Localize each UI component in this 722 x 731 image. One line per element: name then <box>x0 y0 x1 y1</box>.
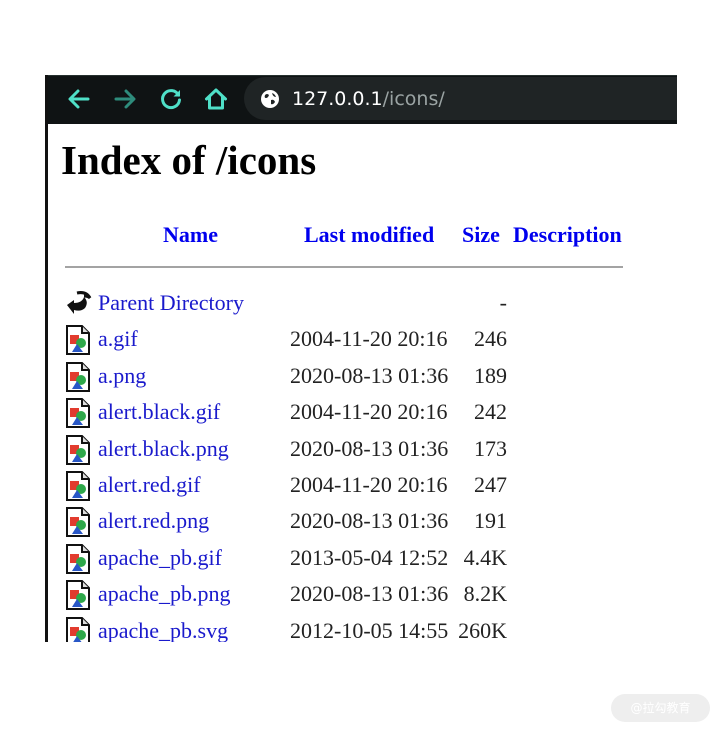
table-row: alert.black.png 2020-08-13 01:36 173 <box>48 433 677 469</box>
file-size: 242 <box>474 399 507 425</box>
file-link[interactable]: alert.black.gif <box>98 399 220 425</box>
file-size: 191 <box>474 508 507 534</box>
image-file-icon <box>66 361 90 392</box>
arrow-left-icon[interactable] <box>64 84 94 114</box>
column-header-last-modified[interactable]: Last modified <box>304 222 434 248</box>
file-link[interactable]: apache_pb.svg <box>98 618 228 642</box>
reload-icon[interactable] <box>156 84 186 114</box>
table-row: apache_pb.svg 2012-10-05 14:55 260K <box>48 615 677 642</box>
parent-directory-icon <box>64 289 92 317</box>
file-size: 247 <box>474 472 507 497</box>
image-file-icon <box>66 434 90 465</box>
watermark: @拉勾教育 <box>611 694 710 722</box>
image-file-icon <box>66 325 90 356</box>
column-header-name[interactable]: Name <box>163 222 218 248</box>
last-modified: 2004-11-20 20:16 <box>290 399 448 425</box>
last-modified: 2004-11-20 20:16 <box>290 326 448 352</box>
table-row: a.gif 2004-11-20 20:16 246 <box>48 323 677 359</box>
last-modified: 2004-11-20 20:16 <box>290 472 448 497</box>
page-content: Index of /icons Name Last modified Size … <box>48 124 677 642</box>
file-size: 173 <box>474 435 507 461</box>
url-path: /icons/ <box>382 87 445 110</box>
last-modified: 2013-05-04 12:52 <box>290 544 449 570</box>
image-file-icon <box>66 507 90 538</box>
last-modified: 2020-08-13 01:36 <box>290 435 449 461</box>
last-modified: 2012-10-05 14:55 <box>290 617 449 642</box>
file-size: 4.4K <box>463 544 507 570</box>
last-modified: 2020-08-13 01:36 <box>290 362 449 388</box>
image-file-icon <box>66 543 90 574</box>
last-modified: 2020-08-13 01:36 <box>290 508 449 534</box>
image-file-icon <box>66 616 90 642</box>
globe-icon <box>261 89 279 108</box>
home-icon[interactable] <box>201 84 231 114</box>
column-header-size[interactable]: Size <box>462 222 500 248</box>
table-row: alert.red.png 2020-08-13 01:36 191 <box>48 505 677 541</box>
file-link[interactable]: alert.red.png <box>98 508 209 534</box>
file-link[interactable]: Parent Directory <box>98 290 244 316</box>
page-title: Index of /icons <box>61 137 317 183</box>
file-link[interactable]: a.gif <box>98 326 138 352</box>
browser-toolbar: 127.0.0.1/icons/ <box>48 75 677 124</box>
file-link[interactable]: apache_pb.gif <box>98 545 222 571</box>
image-file-icon <box>66 471 90 501</box>
file-link[interactable]: alert.black.png <box>98 436 229 462</box>
browser-window: 127.0.0.1/icons/ Index of /icons Name La… <box>45 75 677 642</box>
file-size: 260K <box>458 617 507 642</box>
last-modified: 2020-08-13 01:36 <box>290 581 449 607</box>
file-size: 246 <box>474 326 507 352</box>
table-row: alert.red.gif 2004-11-20 20:16 247 <box>48 469 677 505</box>
table-row: apache_pb.png 2020-08-13 01:36 8.2K <box>48 578 677 614</box>
file-link[interactable]: alert.red.gif <box>98 472 201 498</box>
image-file-icon <box>66 398 90 429</box>
file-link[interactable]: a.png <box>98 363 146 389</box>
header-divider <box>65 266 623 268</box>
table-row: Parent Directory - <box>48 287 677 323</box>
file-size: 8.2K <box>463 581 507 607</box>
table-row: alert.black.gif 2004-11-20 20:16 242 <box>48 396 677 432</box>
table-row: apache_pb.gif 2013-05-04 12:52 4.4K <box>48 542 677 578</box>
file-size: - <box>499 290 507 315</box>
image-file-icon <box>66 580 90 611</box>
url-text: 127.0.0.1/icons/ <box>292 88 445 110</box>
file-size: 189 <box>474 362 507 388</box>
file-link[interactable]: apache_pb.png <box>98 581 231 607</box>
table-row: a.png 2020-08-13 01:36 189 <box>48 360 677 396</box>
column-header-description[interactable]: Description <box>513 222 622 248</box>
address-bar[interactable]: 127.0.0.1/icons/ <box>244 77 677 120</box>
arrow-right-icon[interactable] <box>110 84 140 114</box>
url-host: 127.0.0.1 <box>292 87 383 110</box>
